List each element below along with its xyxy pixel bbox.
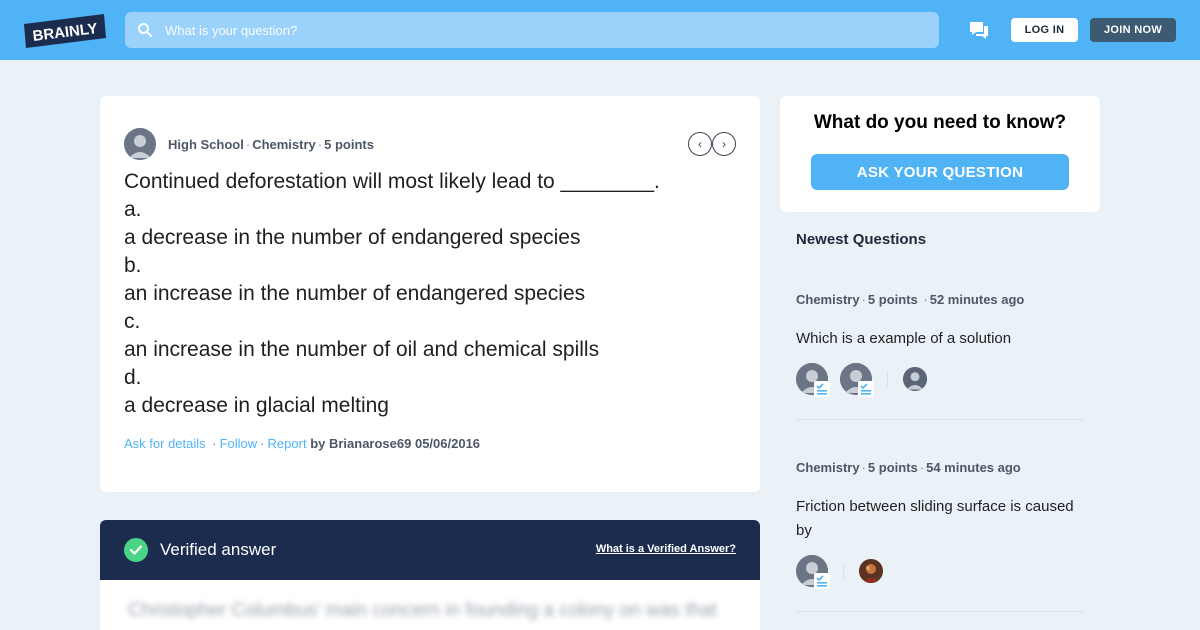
login-button[interactable]: LOG IN [1011,18,1078,42]
what-is-verified-link[interactable]: What is a Verified Answer? [596,543,736,555]
question-line: d. [124,366,142,389]
question-actions: Ask for details · Follow · Report by Briana… [124,436,481,451]
list-divider [796,611,1084,612]
verified-answer-badge-icon [814,381,830,397]
question-text: Continued deforestation will most likely… [124,168,744,420]
verified-answer-body: Christopher Columbus' main concern in fo… [100,580,760,630]
newest-question-text[interactable]: Which is a example of a solution [796,327,1084,351]
verified-check-icon [124,538,148,562]
question-meta: High School · Chemistry · 5 points [168,137,374,152]
asker-avatar[interactable] [859,559,883,583]
verified-answer-title: Verified answer [160,540,277,559]
newest-questions-heading: Newest Questions [796,231,927,248]
question-card: High School · Chemistry · 5 points ‹ › Conti… [100,96,760,492]
asker-avatar[interactable] [903,367,927,391]
answerer-avatars [796,363,1084,397]
newest-question-meta: Chemistry · 5 points · 52 minutes ago [796,292,1025,307]
ask-for-details-link[interactable]: Ask for details [124,436,206,451]
blurred-answer-text: Christopher Columbus' main concern in fo… [128,600,717,621]
answerer-avatars [796,555,1084,589]
asker-avatar[interactable] [124,128,156,160]
question-points: 5 points [324,137,374,152]
top-navbar: BRAINLY LOG IN JOIN NOW [0,0,1200,60]
ask-heading: What do you need to know? [813,112,1067,133]
question-line: Continued deforestation will most likely… [124,170,660,193]
newest-question-item[interactable]: Chemistry · 5 points · 52 minutes ago Which… [796,292,1084,397]
newest-question-points: 5 points [867,460,918,475]
join-now-button[interactable]: JOIN NOW [1090,18,1176,42]
search-icon [138,23,152,37]
newest-question-time: 54 minutes ago [926,460,1021,475]
newest-question-item[interactable]: Chemistry · 5 points · 54 minutes ago Fricti… [796,460,1084,589]
ask-question-card: What do you need to know? ASK YOUR QUEST… [780,96,1100,212]
chevron-left-icon: ‹ [698,137,702,151]
question-line: a decrease in the number of endangered s… [124,226,581,249]
newest-question-subject[interactable]: Chemistry [796,292,860,307]
newest-question-points: 5 points [867,292,918,307]
newest-question-meta: Chemistry · 5 points · 54 minutes ago [796,460,1021,475]
question-subject[interactable]: Chemistry [252,137,316,152]
report-link[interactable]: Report [268,436,307,451]
question-line: an increase in the number of oil and che… [124,338,600,361]
question-byline: by Brianarose69 05/06/2016 [310,436,481,451]
prev-question-button[interactable]: ‹ [688,132,712,156]
question-line: an increase in the number of endangered … [124,282,586,305]
verified-answer-badge-icon [814,573,830,589]
avatar-divider [843,563,844,579]
follow-link[interactable]: Follow [220,436,258,451]
verified-answer-header: Verified answer What is a Verified Answe… [100,520,760,580]
brainly-logo[interactable]: BRAINLY [24,14,106,48]
next-question-button[interactable]: › [712,132,736,156]
question-line: a. [124,198,142,221]
chevron-right-icon: › [722,137,726,151]
question-level[interactable]: High School [168,137,244,152]
list-divider [796,419,1084,420]
newest-question-text[interactable]: Friction between sliding surface is caus… [796,495,1084,543]
messages-icon[interactable] [968,20,990,40]
question-line: c. [124,310,141,333]
search-bar[interactable] [125,12,939,48]
question-line: b. [124,254,142,277]
question-line: a decrease in glacial melting [124,394,389,417]
newest-question-subject[interactable]: Chemistry [796,460,860,475]
avatar-divider [887,371,888,387]
ask-your-question-button[interactable]: ASK YOUR QUESTION [811,154,1069,190]
newest-question-time: 52 minutes ago [929,292,1025,307]
search-input[interactable] [165,12,925,48]
verified-answer-badge-icon [858,381,874,397]
